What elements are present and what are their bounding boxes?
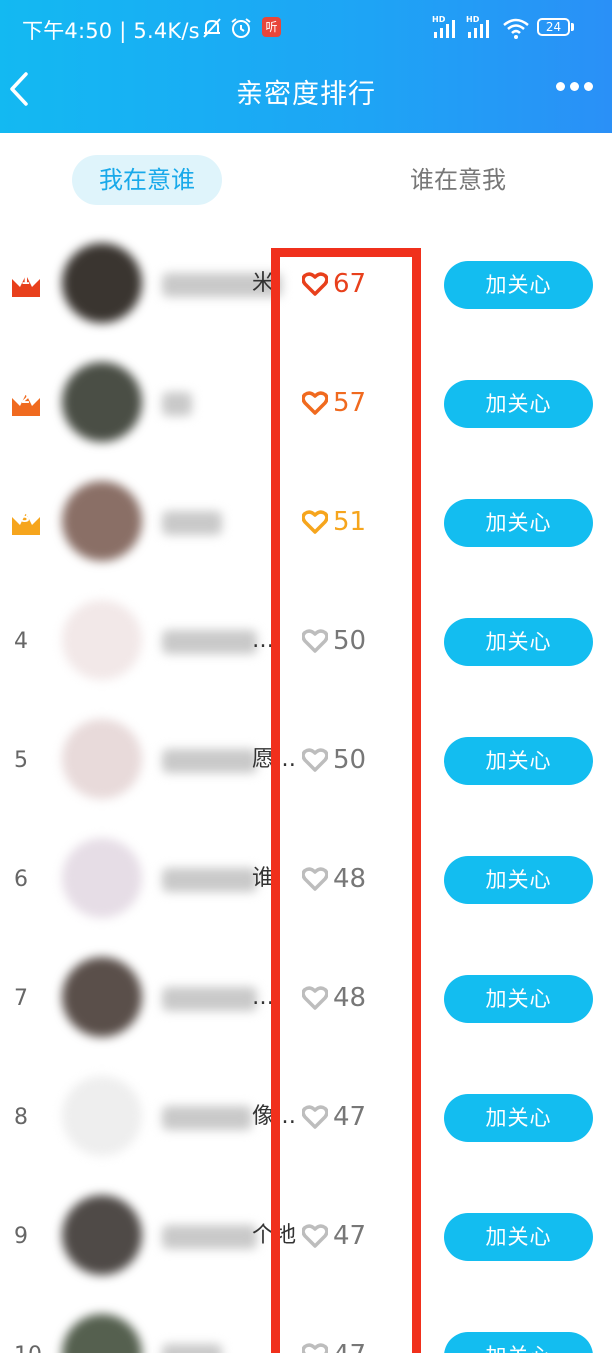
add-care-button[interactable]: 加关心 <box>444 856 593 904</box>
rank-number: 1 <box>21 273 31 288</box>
avatar[interactable] <box>62 719 142 799</box>
alarm-icon <box>231 18 251 38</box>
mute-bell-icon <box>203 18 221 38</box>
avatar[interactable] <box>62 1195 142 1275</box>
rank-number: 8 <box>14 1105 28 1130</box>
avatar[interactable] <box>62 957 142 1037</box>
signal-bar <box>474 28 477 38</box>
signal-bar <box>486 20 489 38</box>
avatar[interactable] <box>62 600 142 680</box>
avatar[interactable] <box>62 838 142 918</box>
score-highlight-box <box>271 248 421 1353</box>
signal-bar <box>440 28 443 38</box>
rank-number: 4 <box>14 629 28 654</box>
avatar[interactable] <box>62 362 142 442</box>
tab-who-cares-about-me[interactable]: 谁在意我 <box>383 155 533 205</box>
header-bar: 下午4:50 | 5.4K/s 听 HD HD 24 亲密度排行 <box>0 0 612 133</box>
rank-number: 2 <box>21 392 31 407</box>
wifi-icon <box>503 18 529 39</box>
more-options-icon[interactable] <box>556 82 596 96</box>
add-care-button[interactable]: 加关心 <box>444 1213 593 1261</box>
tab-i-care-about[interactable]: 我在意谁 <box>72 155 222 205</box>
rank-number: 3 <box>21 511 31 526</box>
avatar[interactable] <box>62 1314 142 1353</box>
hd-label: HD <box>432 15 446 24</box>
add-care-button[interactable]: 加关心 <box>444 499 593 547</box>
status-time-speed: 下午4:50 | 5.4K/s <box>22 15 200 45</box>
avatar[interactable] <box>62 243 142 323</box>
avatar[interactable] <box>62 1076 142 1156</box>
signal-bar <box>468 32 471 38</box>
add-care-button[interactable]: 加关心 <box>444 618 593 666</box>
status-time: 下午4:50 <box>22 19 113 43</box>
signal-bar <box>480 24 483 38</box>
blurred-name <box>162 868 257 892</box>
blurred-name <box>162 1225 257 1249</box>
signal-2-icon: HD <box>466 15 496 38</box>
add-care-button[interactable]: 加关心 <box>444 1332 593 1353</box>
listen-badge-icon: 听 <box>262 17 281 37</box>
add-care-button[interactable]: 加关心 <box>444 261 593 309</box>
blurred-name <box>162 987 257 1011</box>
status-speed: 5.4K/s <box>133 19 200 43</box>
blurred-name <box>162 1344 222 1353</box>
battery-tip <box>571 23 574 31</box>
add-care-button[interactable]: 加关心 <box>444 1094 593 1142</box>
add-care-button[interactable]: 加关心 <box>444 737 593 785</box>
signal-1-icon: HD <box>432 15 462 38</box>
signal-bar <box>434 32 437 38</box>
rank-number: 6 <box>14 867 28 892</box>
blurred-name <box>162 511 222 535</box>
rank-number: 10 <box>14 1340 44 1353</box>
status-bar: 下午4:50 | 5.4K/s 听 HD HD 24 <box>0 0 612 56</box>
page-title: 亲密度排行 <box>236 79 376 110</box>
hd-label: HD <box>466 15 480 24</box>
rank-number: 7 <box>14 986 28 1011</box>
status-divider: | <box>119 19 134 43</box>
add-care-button[interactable]: 加关心 <box>444 975 593 1023</box>
avatar[interactable] <box>62 481 142 561</box>
more-dot <box>584 82 593 91</box>
blurred-name <box>162 1106 252 1130</box>
signal-bar <box>452 20 455 38</box>
battery-icon: 24 <box>537 18 570 36</box>
blurred-name <box>162 630 257 654</box>
more-dot <box>570 82 579 91</box>
rank-number: 5 <box>14 748 28 773</box>
add-care-button[interactable]: 加关心 <box>444 380 593 428</box>
blurred-name <box>162 749 257 773</box>
blurred-name <box>162 392 192 416</box>
rank-number: 9 <box>14 1224 28 1249</box>
more-dot <box>556 82 565 91</box>
signal-bar <box>446 24 449 38</box>
